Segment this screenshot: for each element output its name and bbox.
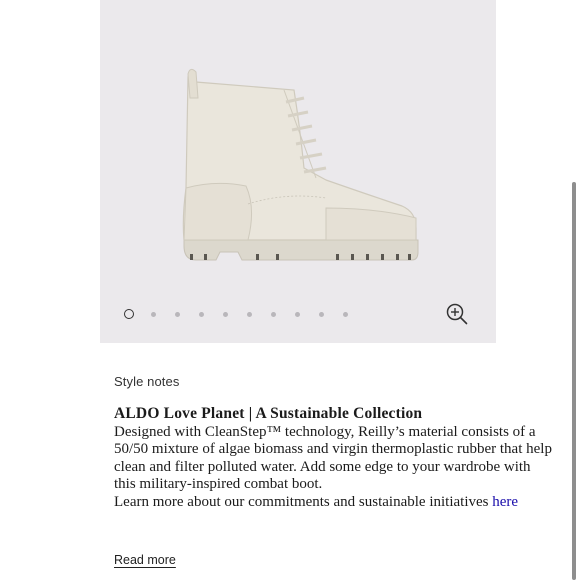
commitments-link[interactable]: here bbox=[492, 494, 518, 510]
carousel-dot-4[interactable] bbox=[199, 311, 204, 317]
carousel-dot-7[interactable] bbox=[271, 311, 276, 317]
product-image[interactable] bbox=[176, 68, 422, 268]
carousel-dot-9[interactable] bbox=[319, 311, 324, 317]
commitments-text: Learn more about our commitments and sus… bbox=[114, 494, 554, 511]
style-notes-label: Style notes bbox=[114, 374, 180, 389]
product-image-gallery[interactable] bbox=[100, 0, 496, 343]
collection-heading: ALDO Love Planet | A Sustainable Collect… bbox=[114, 405, 423, 422]
product-description: ALDO Love Planet | A Sustainable Collect… bbox=[114, 404, 554, 511]
carousel-dot-1[interactable] bbox=[124, 309, 134, 319]
scrollbar-thumb[interactable] bbox=[572, 182, 576, 580]
commitments-label: Learn more about our commitments and sus… bbox=[114, 493, 489, 510]
carousel-dot-8[interactable] bbox=[295, 311, 300, 317]
carousel-dot-5[interactable] bbox=[223, 311, 228, 317]
carousel-dot-10[interactable] bbox=[343, 311, 348, 317]
carousel-dot-2[interactable] bbox=[151, 311, 156, 317]
zoom-in-icon[interactable] bbox=[446, 303, 468, 325]
carousel-pagination bbox=[124, 307, 367, 321]
carousel-dot-6[interactable] bbox=[247, 311, 252, 317]
carousel-dot-3[interactable] bbox=[175, 311, 180, 317]
description-text: Designed with CleanStep™ technology, Rei… bbox=[114, 424, 552, 493]
read-more-link[interactable]: Read more bbox=[114, 553, 176, 567]
